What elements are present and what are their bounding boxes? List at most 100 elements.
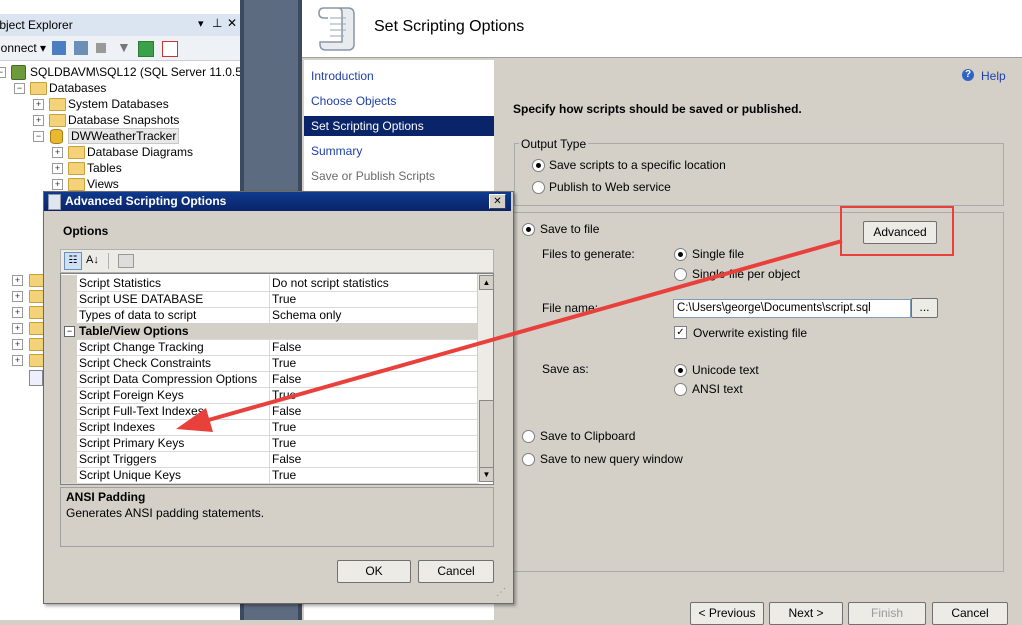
ansi-text-label[interactable]: ANSI text — [692, 382, 743, 396]
grid-property-value[interactable]: True — [272, 419, 477, 435]
publish-web-label[interactable]: Publish to Web service — [549, 180, 671, 194]
grid-property-row[interactable]: Script Statistics Do not script statistic… — [61, 275, 479, 292]
tree-item-label[interactable]: Views — [87, 176, 119, 192]
save-to-clipboard-label[interactable]: Save to Clipboard — [540, 429, 635, 443]
help-icon[interactable]: ? — [962, 69, 974, 81]
expand-icon[interactable]: + — [12, 291, 23, 302]
expand-icon[interactable]: + — [12, 339, 23, 350]
grid-property-row[interactable]: Script Triggers False — [61, 451, 479, 468]
grid-property-value[interactable]: False — [272, 371, 477, 387]
overwrite-checkbox[interactable]: ✓ — [674, 326, 687, 339]
wizard-nav-item[interactable]: Choose Objects — [311, 91, 396, 111]
tree-item-label[interactable]: System Databases — [68, 96, 169, 112]
refresh-icon[interactable] — [138, 41, 154, 57]
wizard-cancel-button[interactable]: Cancel — [932, 602, 1008, 625]
browse-button[interactable]: ... — [911, 298, 938, 318]
collapse-icon[interactable]: − — [64, 326, 75, 337]
grid-property-value[interactable]: True — [272, 467, 477, 483]
single-file-radio[interactable] — [674, 248, 687, 261]
help-link[interactable]: Help — [981, 69, 1006, 83]
grid-property-row[interactable]: Script Indexes True — [61, 419, 479, 436]
categorized-icon[interactable]: ☷ — [64, 252, 82, 270]
single-file-per-object-label[interactable]: Single file per object — [692, 267, 800, 281]
grid-property-value[interactable]: Schema only — [272, 307, 477, 323]
grid-property-row[interactable]: Script Full-Text Indexes False — [61, 403, 479, 420]
dropdown-arrow-icon[interactable]: ▾ — [198, 17, 204, 30]
expand-icon[interactable]: + — [12, 275, 23, 286]
save-scripts-label[interactable]: Save scripts to a specific location — [549, 158, 726, 172]
pin-icon[interactable]: ⊥ — [212, 16, 222, 30]
save-to-clipboard-radio[interactable] — [522, 430, 535, 443]
disconnect-icon[interactable] — [74, 41, 88, 55]
grid-property-row[interactable]: Script Foreign Keys True — [61, 387, 479, 404]
single-file-label[interactable]: Single file — [692, 247, 744, 261]
expand-icon[interactable]: + — [52, 163, 63, 174]
save-to-query-window-radio[interactable] — [522, 453, 535, 466]
single-file-per-object-radio[interactable] — [674, 268, 687, 281]
publish-web-radio[interactable] — [532, 181, 545, 194]
tree-item-label[interactable]: Database Diagrams — [87, 144, 193, 160]
grid-property-value[interactable]: True — [272, 355, 477, 371]
tree-item-label[interactable]: Database Snapshots — [68, 112, 179, 128]
expand-icon[interactable]: + — [12, 355, 23, 366]
alphabetical-icon[interactable]: A↓ — [86, 252, 99, 268]
finish-button[interactable]: Finish — [848, 602, 926, 625]
wizard-nav-item[interactable]: Set Scripting Options — [304, 116, 494, 136]
expand-icon[interactable]: − — [33, 131, 44, 142]
wizard-nav-item[interactable]: Save or Publish Scripts — [311, 166, 435, 186]
expand-icon[interactable]: − — [0, 67, 6, 78]
wizard-nav-item[interactable]: Summary — [311, 141, 362, 161]
grid-category-row[interactable]: − Table/View Options — [61, 323, 479, 340]
grid-property-row[interactable]: Script USE DATABASE True — [61, 291, 479, 308]
grid-property-value[interactable]: False — [272, 403, 477, 419]
dialog-close-button[interactable]: ✕ — [489, 194, 506, 209]
grid-property-value[interactable]: True — [272, 291, 477, 307]
grid-property-value[interactable]: False — [272, 451, 477, 467]
scroll-thumb[interactable] — [479, 400, 494, 468]
grid-property-value[interactable]: False — [272, 339, 477, 355]
property-pages-icon[interactable] — [118, 254, 134, 268]
activity-monitor-icon[interactable] — [162, 41, 178, 57]
grid-property-value[interactable]: True — [272, 387, 477, 403]
save-to-file-radio[interactable] — [522, 223, 535, 236]
expand-icon[interactable]: + — [52, 147, 63, 158]
stop-icon[interactable] — [96, 43, 106, 53]
expand-icon[interactable]: + — [33, 99, 44, 110]
unicode-text-radio[interactable] — [674, 364, 687, 377]
expand-icon[interactable]: + — [12, 323, 23, 334]
connect-object-icon[interactable] — [52, 41, 66, 55]
scroll-down-icon[interactable]: ▼ — [479, 467, 494, 482]
grid-property-row[interactable]: Script Unique Keys True — [61, 467, 479, 484]
save-to-query-window-label[interactable]: Save to new query window — [540, 452, 683, 466]
save-scripts-radio[interactable] — [532, 159, 545, 172]
close-icon[interactable]: ✕ — [227, 16, 237, 30]
tree-item-label[interactable]: Tables — [87, 160, 122, 176]
next-button[interactable]: Next > — [769, 602, 843, 625]
connect-button[interactable]: Connect ▾ — [0, 41, 46, 55]
grid-property-row[interactable]: Script Data Compression Options False — [61, 371, 479, 388]
save-to-file-label[interactable]: Save to file — [540, 222, 599, 236]
resize-grip-icon[interactable]: ⋰ — [496, 587, 506, 598]
ok-button[interactable]: OK — [337, 560, 411, 583]
file-name-input[interactable]: C:\Users\george\Documents\script.sql — [673, 299, 911, 318]
previous-button[interactable]: < Previous — [690, 602, 764, 625]
grid-scrollbar[interactable]: ▲ ▼ — [477, 274, 494, 482]
unicode-text-label[interactable]: Unicode text — [692, 363, 759, 377]
tree-item-label[interactable]: SQLDBAVM\SQL12 (SQL Server 11.0.5058 — [30, 64, 262, 80]
tree-item-label[interactable]: Databases — [49, 80, 106, 96]
ansi-text-radio[interactable] — [674, 383, 687, 396]
tree-item-label[interactable]: DWWeatherTracker — [68, 128, 180, 144]
expand-icon[interactable]: + — [52, 179, 63, 190]
wizard-nav-item[interactable]: Introduction — [311, 66, 374, 86]
grid-property-row[interactable]: Script Check Constraints True — [61, 355, 479, 372]
dialog-cancel-button[interactable]: Cancel — [418, 560, 494, 583]
grid-property-value[interactable]: True — [272, 435, 477, 451]
filter-icon[interactable]: ▼ — [117, 39, 131, 55]
grid-property-row[interactable]: Script Primary Keys True — [61, 435, 479, 452]
expand-icon[interactable]: − — [14, 83, 25, 94]
scroll-up-icon[interactable]: ▲ — [479, 275, 494, 290]
grid-property-row[interactable]: Script Change Tracking False — [61, 339, 479, 356]
grid-property-value[interactable]: Do not script statistics — [272, 275, 477, 291]
expand-icon[interactable]: + — [12, 307, 23, 318]
expand-icon[interactable]: + — [33, 115, 44, 126]
